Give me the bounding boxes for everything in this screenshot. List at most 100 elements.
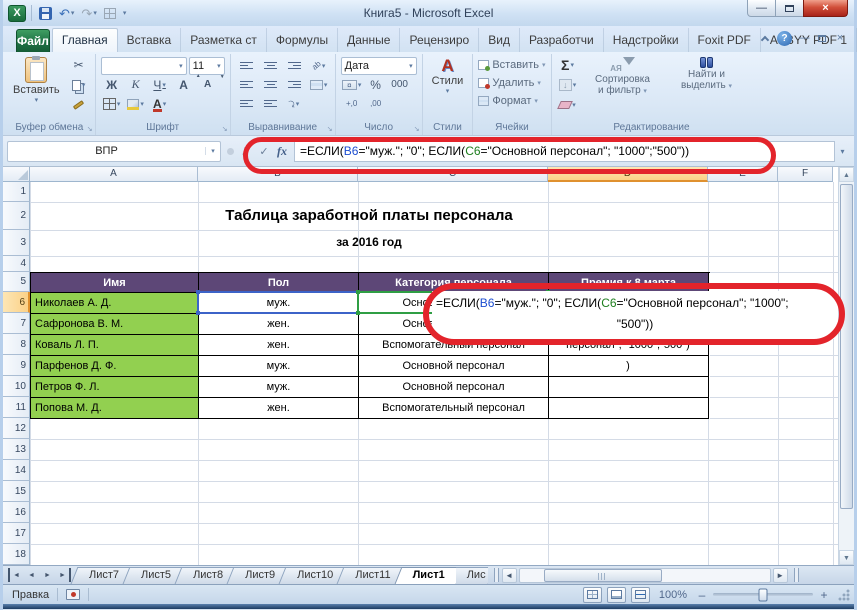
vertical-scrollbar[interactable]: ▲ ▼ (838, 167, 854, 565)
cell-name[interactable]: Парфенов Д. Ф. (31, 356, 199, 377)
normal-view-button[interactable] (583, 587, 602, 603)
cell-category[interactable]: Основной персонал (359, 356, 549, 377)
cell-premium[interactable] (549, 377, 709, 398)
dialog-launcher-icon[interactable]: ↘ (327, 125, 333, 133)
qat-customize-button[interactable]: ▾ (121, 9, 129, 18)
percent-button[interactable]: % (365, 76, 387, 94)
zoom-slider-thumb[interactable] (759, 588, 768, 601)
sheet-subtitle[interactable]: за 2016 год (30, 230, 708, 256)
row-header[interactable]: 17 (3, 523, 30, 544)
ribbon-tab[interactable]: Главная (52, 28, 118, 52)
ribbon-tab[interactable]: Данные (338, 28, 400, 52)
font-color-button[interactable]: А▾ (149, 95, 171, 113)
cell-name[interactable]: Сафронова В. М. (31, 314, 199, 335)
tab-file[interactable]: Файл (16, 29, 50, 52)
align-bottom-button[interactable] (284, 57, 306, 75)
close-button[interactable]: × (803, 0, 848, 17)
font-name-select[interactable]: ▾ (101, 57, 187, 75)
align-middle-button[interactable] (260, 57, 282, 75)
name-box[interactable]: ВПР ▾ (7, 141, 221, 162)
cell-name[interactable]: Петров Ф. Л. (31, 377, 199, 398)
zoom-out-button[interactable]: – (696, 588, 708, 602)
sheet-tab[interactable]: Лист1 (402, 566, 456, 584)
column-header[interactable]: B (198, 167, 358, 182)
header-premium[interactable]: Премия к 8 марта (549, 273, 709, 293)
find-select-button[interactable]: Найти и выделить ▾ (667, 56, 747, 114)
insert-function-button[interactable]: fx (273, 144, 291, 159)
zoom-slider[interactable] (713, 593, 813, 596)
workbook-close-button[interactable]: × (834, 33, 846, 44)
redo-button[interactable]: ↷▾ (79, 6, 98, 21)
scroll-right-icon[interactable]: ► (773, 568, 788, 583)
first-sheet-button[interactable]: ◄ (8, 568, 23, 582)
bold-button[interactable]: Ж (101, 76, 123, 94)
borders-button[interactable]: ▾ (101, 95, 123, 113)
scroll-up-icon[interactable]: ▲ (839, 167, 854, 182)
row-header[interactable]: 12 (3, 418, 30, 439)
accounting-format-button[interactable]: ¤▾ (341, 76, 363, 94)
format-painter-button[interactable] (68, 96, 90, 114)
format-cells-button[interactable]: Формат▾ (478, 92, 545, 110)
dialog-launcher-icon[interactable]: ↘ (414, 125, 420, 133)
autosum-button[interactable]: Σ▾ (557, 56, 579, 74)
cell-category[interactable]: Вспомогательный персонал (359, 398, 549, 419)
fill-color-button[interactable]: ▾ (125, 95, 147, 113)
cell-gender[interactable]: муж. (199, 377, 359, 398)
vertical-scroll-thumb[interactable] (840, 184, 853, 509)
cell-premium[interactable] (549, 398, 709, 419)
ribbon-tab[interactable]: Вид (479, 28, 520, 52)
row-header[interactable]: 16 (3, 502, 30, 523)
ribbon-tab[interactable]: Рецензиро (400, 28, 479, 52)
ribbon-tab[interactable]: Foxit PDF (689, 28, 761, 52)
sheet-title[interactable]: Таблица заработной платы персонала (30, 202, 708, 230)
sort-filter-button[interactable]: АЯ Сортировка и фильтр ▾ (583, 56, 663, 114)
ribbon-tab[interactable]: Формулы (267, 28, 338, 52)
column-header[interactable]: D (548, 167, 708, 182)
ribbon-tab[interactable]: Надстройки (604, 28, 689, 52)
column-header[interactable]: C (358, 167, 548, 182)
macro-record-icon[interactable] (66, 589, 80, 600)
formula-input[interactable]: =ЕСЛИ(B6="муж."; "0"; ЕСЛИ(C6="Основной … (294, 141, 835, 162)
cut-button[interactable]: ✂ (68, 56, 90, 74)
cell-gender[interactable]: жен. (199, 335, 359, 356)
row-header[interactable]: 2 (3, 202, 30, 230)
select-all-button[interactable] (3, 167, 30, 182)
page-break-view-button[interactable] (631, 587, 650, 603)
cell-category[interactable]: Основной персонал (359, 293, 549, 314)
help-button[interactable]: ? (777, 31, 792, 46)
align-right-button[interactable] (284, 76, 306, 94)
sheet-tab[interactable]: Лист7 (78, 566, 130, 584)
cell-category[interactable]: Вспомогательный персонал (359, 335, 549, 356)
cell-category[interactable]: Основной персонал (359, 314, 549, 335)
header-gender[interactable]: Пол (199, 273, 359, 293)
align-top-button[interactable] (236, 57, 258, 75)
merge-center-button[interactable]: ▾ (308, 76, 330, 94)
row-header[interactable]: 3 (3, 230, 30, 256)
cell-gender[interactable]: жен. (199, 398, 359, 419)
paste-button[interactable]: Вставить ▾ (9, 56, 64, 114)
scroll-left-icon[interactable]: ◄ (502, 568, 517, 583)
orientation-button[interactable]: ab▾ (308, 57, 330, 75)
collapse-ribbon-button[interactable] (759, 35, 771, 43)
clear-button[interactable]: ▾ (557, 96, 579, 114)
row-header[interactable]: 4 (3, 256, 30, 272)
undo-button[interactable]: ↶▾ (57, 6, 76, 21)
zoom-in-button[interactable]: + (818, 588, 830, 602)
increase-indent-button[interactable] (260, 95, 282, 113)
row-header[interactable]: 18 (3, 544, 30, 565)
column-header[interactable]: E (708, 167, 778, 182)
workbook-restore-button[interactable] (816, 35, 828, 42)
previous-sheet-button[interactable]: ◄ (24, 568, 39, 582)
workbook-minimize-button[interactable]: — (798, 33, 810, 44)
excel-logo-icon[interactable]: X (8, 5, 26, 22)
thousands-button[interactable]: 000 (389, 76, 411, 94)
next-sheet-button[interactable]: ► (40, 568, 55, 582)
cell-category[interactable]: Основной персонал (359, 377, 549, 398)
wrap-text-button[interactable]: ⤸▾ (284, 95, 306, 113)
sheet-tab[interactable]: Лист11 (344, 566, 401, 584)
ribbon-tab[interactable]: Разработчи (520, 28, 604, 52)
cell-premium[interactable] (549, 314, 709, 335)
decrease-indent-button[interactable] (236, 95, 258, 113)
expand-formula-bar-button[interactable]: ▾ (835, 147, 850, 156)
sheet-grid[interactable]: ABCDEF 123456789101112131415161718 Табли… (3, 167, 838, 565)
